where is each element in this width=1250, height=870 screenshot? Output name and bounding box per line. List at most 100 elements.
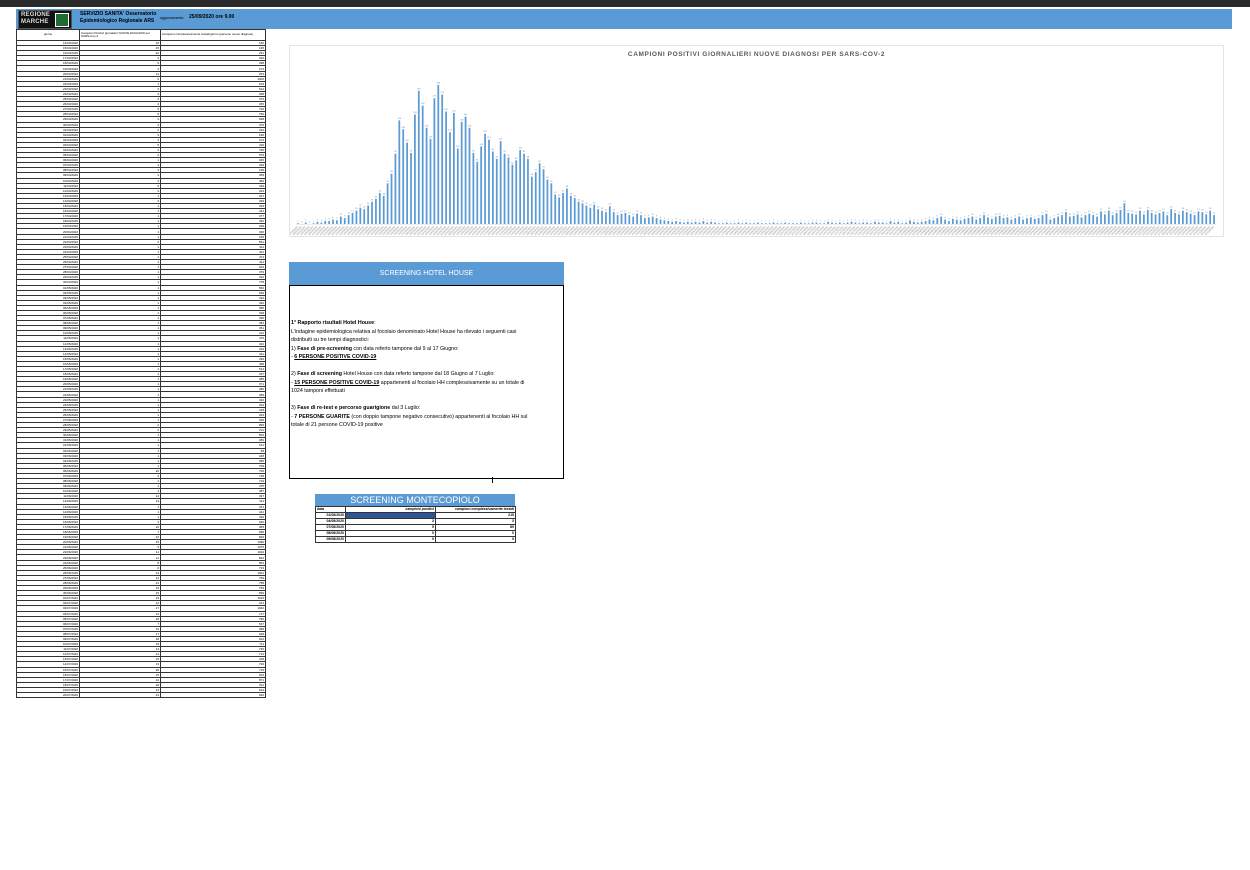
intro-line-1: L'indagine epidemiologica relativa al fo…: [291, 328, 517, 335]
chart-bar: [1158, 212, 1161, 224]
chart-bar: [1166, 215, 1169, 224]
bar-data-label: 152: [444, 109, 448, 111]
table-row: 09/08/2020 0 0: [315, 536, 516, 543]
bar-data-label: 8: [1026, 216, 1028, 218]
chart-bar: [905, 222, 907, 224]
phase-1-result: - 6 PERSONE POSITIVE COVID-19: [291, 354, 377, 360]
bar-data-label: 13: [1143, 212, 1146, 214]
bar-data-label: 4: [948, 219, 950, 221]
bar-data-label: 19: [1119, 207, 1122, 209]
chart-bar: [737, 222, 740, 224]
chart-bar: [1053, 218, 1056, 224]
chart-bar: [831, 222, 833, 224]
chart-bar: [1197, 211, 1200, 224]
chart-bar: [920, 221, 923, 224]
bar-data-label: 12: [640, 213, 643, 215]
chart-bar: [733, 223, 736, 224]
chart-bar: [792, 223, 794, 224]
bar-data-label: 19: [1147, 207, 1150, 209]
bar-data-label: 13: [1178, 212, 1181, 214]
chart-bar: [1018, 216, 1021, 224]
bar-data-label: 15: [1158, 210, 1161, 212]
chart-bar: [1111, 215, 1114, 224]
chart-bar: [546, 179, 549, 224]
bar-data-label: 8: [980, 216, 982, 218]
chart-bar: [1178, 214, 1180, 224]
bar-data-label: 9: [1081, 215, 1083, 217]
bar-data-label: 10: [1096, 214, 1099, 216]
hotel-house-report: 1° Rapporto risultati Hotel House: L'ind…: [289, 285, 564, 479]
bar-data-label: 16: [1201, 210, 1204, 212]
chart-bar: [328, 221, 331, 224]
chart-bar: [375, 198, 377, 224]
chart-bar: [339, 216, 342, 224]
bar-data-label: 20: [363, 207, 366, 209]
bar-data-label: 14: [1189, 211, 1192, 213]
bar-data-label: 18: [1209, 208, 1212, 210]
chart-bar: [909, 220, 911, 224]
bar-data-label: 0: [309, 222, 311, 224]
chart-bar: [788, 223, 791, 224]
bar-data-label: 18: [1108, 208, 1111, 210]
bar-data-label: 2: [882, 220, 884, 222]
bar-data-label: 1: [765, 221, 767, 223]
update-value: 25/09/2020 ore 9.00: [189, 14, 235, 20]
chart-bar: [803, 223, 806, 224]
bar-data-label: 2: [773, 220, 775, 222]
bar-data-label: 2: [707, 220, 709, 222]
chart-bar: [402, 129, 405, 224]
bar-data-label: 55: [386, 181, 389, 183]
bar-data-label: 14: [1131, 211, 1134, 213]
chart-bar: [714, 222, 716, 224]
chart-bar: [877, 222, 880, 224]
chart-bar: [924, 221, 927, 224]
bar-data-label: 68: [390, 171, 393, 173]
bar-data-label: 17: [1162, 209, 1165, 211]
chart-bar: [453, 113, 455, 224]
chart-bar: [316, 221, 319, 224]
chart-bar: [371, 201, 373, 224]
bar-data-label: 4: [329, 219, 331, 221]
bar-data-label: 2: [746, 220, 748, 222]
chart-bar: [1123, 203, 1126, 224]
bar-data-label: 3: [874, 219, 876, 221]
chart-bar: [753, 223, 755, 224]
chart-bar: [523, 153, 525, 224]
bar-data-label: 100: [518, 148, 522, 150]
chart-bar: [842, 223, 845, 224]
chart-bar: [593, 204, 596, 224]
bar-data-label: 28: [1123, 201, 1126, 203]
bar-data-label: 8: [1054, 216, 1056, 218]
bar-data-label: 140: [397, 118, 401, 120]
bar-data-label: 17: [1197, 209, 1200, 211]
bar-data-label: 5: [909, 218, 911, 220]
chart-bar: [612, 212, 615, 224]
bar-data-label: 10: [940, 214, 943, 216]
bar-data-label: 88: [527, 156, 530, 158]
chart-bar: [363, 209, 366, 224]
bar-data-label: 105: [479, 144, 483, 146]
bar-data-label: 12: [1166, 213, 1169, 215]
chart-bar: [866, 222, 868, 224]
chart-bar: [449, 132, 451, 224]
chart-bar: [425, 127, 428, 224]
chart-bar: [893, 222, 896, 224]
chart-bar: [441, 94, 444, 224]
bar-data-label: 22: [359, 205, 362, 207]
chart-bar: [1084, 215, 1087, 224]
chart-bar: [511, 164, 514, 224]
bar-data-label: 13: [1205, 212, 1208, 214]
chart-bar: [741, 223, 744, 224]
chart-bar: [870, 223, 872, 224]
chart-bar: [889, 221, 892, 224]
bar-data-label: 3: [687, 219, 689, 221]
bar-data-label: 2: [757, 220, 759, 222]
bar-data-label: 2: [905, 220, 907, 222]
bar-data-label: 150: [452, 111, 456, 113]
bar-data-label: 1: [753, 221, 755, 223]
chart-bar: [1150, 212, 1153, 224]
bar-data-label: 95: [503, 151, 506, 153]
table-row: 20/07/2020 13 620: [16, 691, 266, 699]
bar-data-label: 13: [1104, 212, 1107, 214]
chart-bar: [359, 207, 362, 224]
